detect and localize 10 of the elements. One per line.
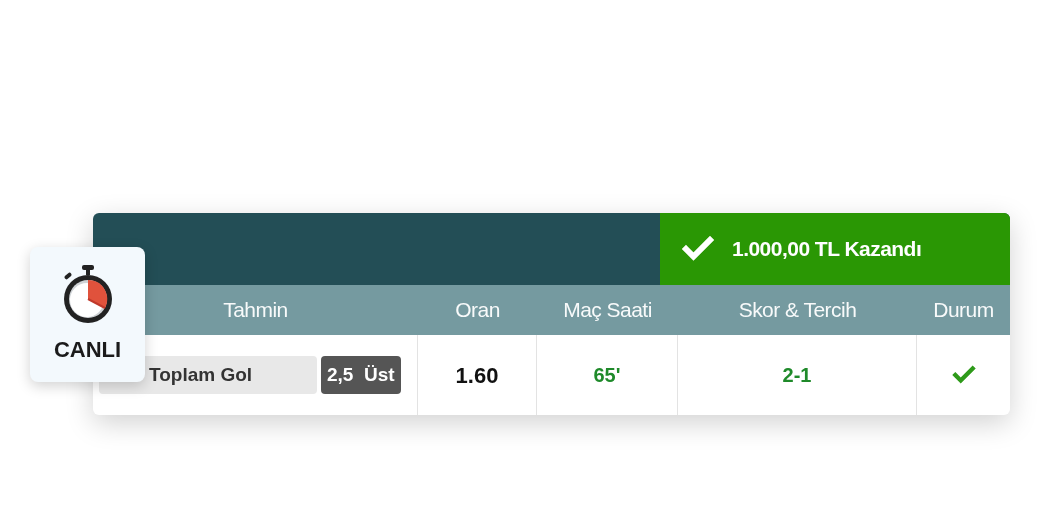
column-header: Skor & Tercih	[738, 297, 857, 324]
odds-value: 1.60	[455, 361, 499, 390]
column-header: Durum	[933, 297, 994, 324]
match-minute: 65'	[593, 363, 621, 388]
result-text: 1.000,00 TL Kazandı	[732, 236, 922, 263]
score-value: 2-1	[782, 363, 812, 388]
column-header: Oran	[455, 297, 500, 324]
column-header: Tahmin	[223, 297, 288, 324]
column-header: Maç Saati	[563, 297, 652, 324]
pick-label: 2,5 Üst	[321, 356, 401, 394]
